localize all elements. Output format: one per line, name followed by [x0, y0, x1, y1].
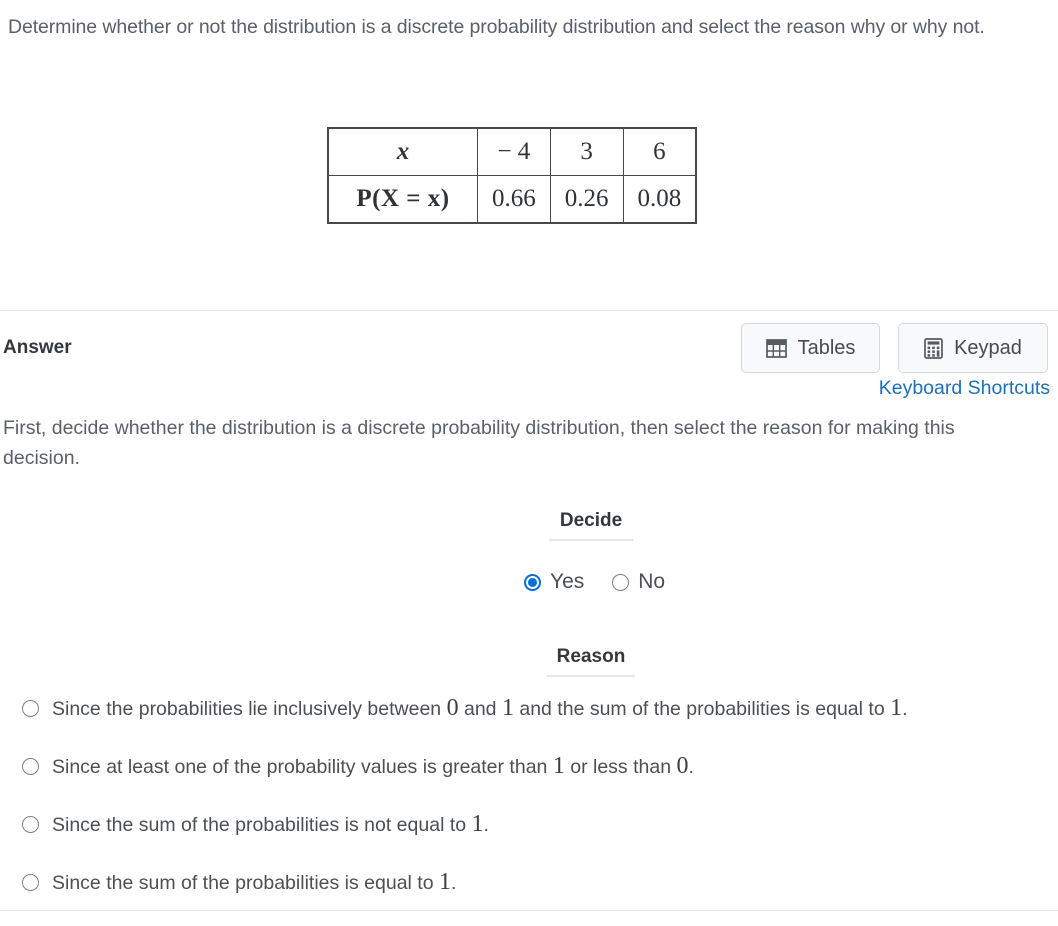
reason-heading: Reason: [547, 646, 635, 677]
decide-heading: Decide: [549, 510, 633, 541]
divider-above-answer: [0, 310, 1058, 311]
x-value-cell: − 4: [477, 127, 551, 176]
table-row-probability: P(X = x) 0.66 0.26 0.08: [327, 175, 697, 224]
radio-icon-no[interactable]: [612, 573, 630, 591]
decide-options: Yes No: [524, 570, 665, 594]
table-grid-icon: [765, 338, 787, 358]
instruction-text: First, decide whether the distribution i…: [3, 417, 955, 469]
reason-option-4-label: Since the sum of the probabilities is eq…: [52, 869, 457, 895]
keypad-button[interactable]: Keypad: [898, 323, 1048, 373]
decide-option-yes-label: Yes: [550, 570, 585, 593]
x-value-cell: 3: [549, 127, 624, 176]
radio-icon-reason-3[interactable]: [22, 816, 39, 833]
table-row-x: x − 4 3 6: [327, 127, 697, 176]
x-value-cell: 6: [622, 127, 697, 176]
tables-button[interactable]: Tables: [741, 323, 880, 373]
reason-option-2-label: Since at least one of the probability va…: [52, 753, 694, 779]
calculator-icon: [924, 337, 943, 359]
reason-option-2[interactable]: Since at least one of the probability va…: [22, 752, 1052, 810]
reason-option-1-label: Since the probabilities lie inclusively …: [52, 695, 908, 721]
radio-icon-yes[interactable]: [524, 573, 541, 591]
reason-options: Since the probabilities lie inclusively …: [22, 694, 1052, 926]
distribution-table: x − 4 3 6 P(X = x) 0.66 0.26 0.08: [327, 127, 698, 224]
keypad-button-label: Keypad: [954, 336, 1022, 359]
radio-icon-reason-1[interactable]: [22, 700, 39, 717]
decide-option-no-label: No: [638, 570, 666, 593]
tables-button-label: Tables: [797, 336, 856, 359]
question-prompt: Determine whether or not the distributio…: [8, 16, 985, 38]
probability-cell: 0.08: [622, 175, 697, 224]
reason-option-4[interactable]: Since the sum of the probabilities is eq…: [22, 868, 1052, 926]
decide-option-no[interactable]: No: [612, 570, 665, 594]
probability-cell: 0.66: [477, 175, 551, 224]
decide-option-yes[interactable]: Yes: [524, 570, 584, 594]
reason-option-3[interactable]: Since the sum of the probabilities is no…: [22, 810, 1052, 868]
row-label-x: x: [327, 127, 478, 176]
reason-option-1[interactable]: Since the probabilities lie inclusively …: [22, 694, 1052, 752]
answer-title: Answer: [3, 337, 72, 358]
reason-option-3-label: Since the sum of the probabilities is no…: [52, 811, 489, 837]
radio-icon-reason-2[interactable]: [22, 758, 39, 775]
probability-cell: 0.26: [549, 175, 624, 224]
keyboard-shortcuts-link[interactable]: Keyboard Shortcuts: [879, 377, 1050, 400]
radio-icon-reason-4[interactable]: [22, 874, 39, 891]
row-label-probability: P(X = x): [327, 175, 478, 224]
